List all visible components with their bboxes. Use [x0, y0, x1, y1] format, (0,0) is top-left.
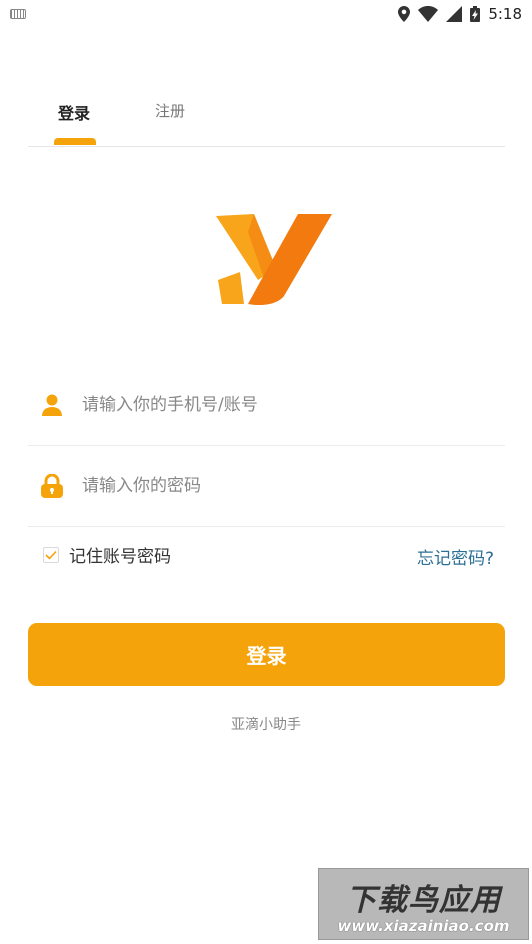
tab-login[interactable]: 登录 [58, 100, 90, 124]
phone-row [28, 365, 505, 446]
app-logo [216, 214, 332, 306]
status-time: 5:18 [488, 5, 522, 23]
keyboard-icon [10, 9, 26, 19]
phone-input[interactable] [80, 394, 464, 416]
status-bar: 5:18 [0, 0, 532, 28]
wifi-icon [418, 6, 439, 22]
status-left [10, 9, 26, 19]
remember-label: 记住账号密码 [69, 547, 171, 567]
tab-active-indicator [54, 138, 96, 145]
login-button[interactable]: 登录 [28, 623, 505, 686]
status-right: 5:18 [398, 5, 522, 23]
tab-register[interactable]: 注册 [155, 100, 185, 121]
location-icon [398, 6, 411, 22]
watermark: 下载鸟应用 www.xiazainiao.com [318, 868, 529, 940]
remember-me[interactable]: 记住账号密码 [43, 542, 171, 567]
user-icon [40, 393, 64, 417]
watermark-title: 下载鸟应用 [346, 883, 501, 918]
password-row [28, 446, 505, 527]
signal-icon [446, 6, 463, 22]
remember-checkbox[interactable] [43, 546, 59, 563]
forgot-password-link[interactable]: 忘记密码? [417, 544, 494, 569]
check-icon [45, 550, 57, 560]
password-input[interactable] [80, 475, 464, 497]
auth-tabs: 登录 注册 [28, 92, 505, 147]
watermark-url: www.xiazainiao.com [337, 917, 510, 935]
battery-icon [470, 6, 481, 22]
lock-icon [40, 474, 64, 498]
app-name-footer: 亚滴小助手 [231, 717, 301, 733]
